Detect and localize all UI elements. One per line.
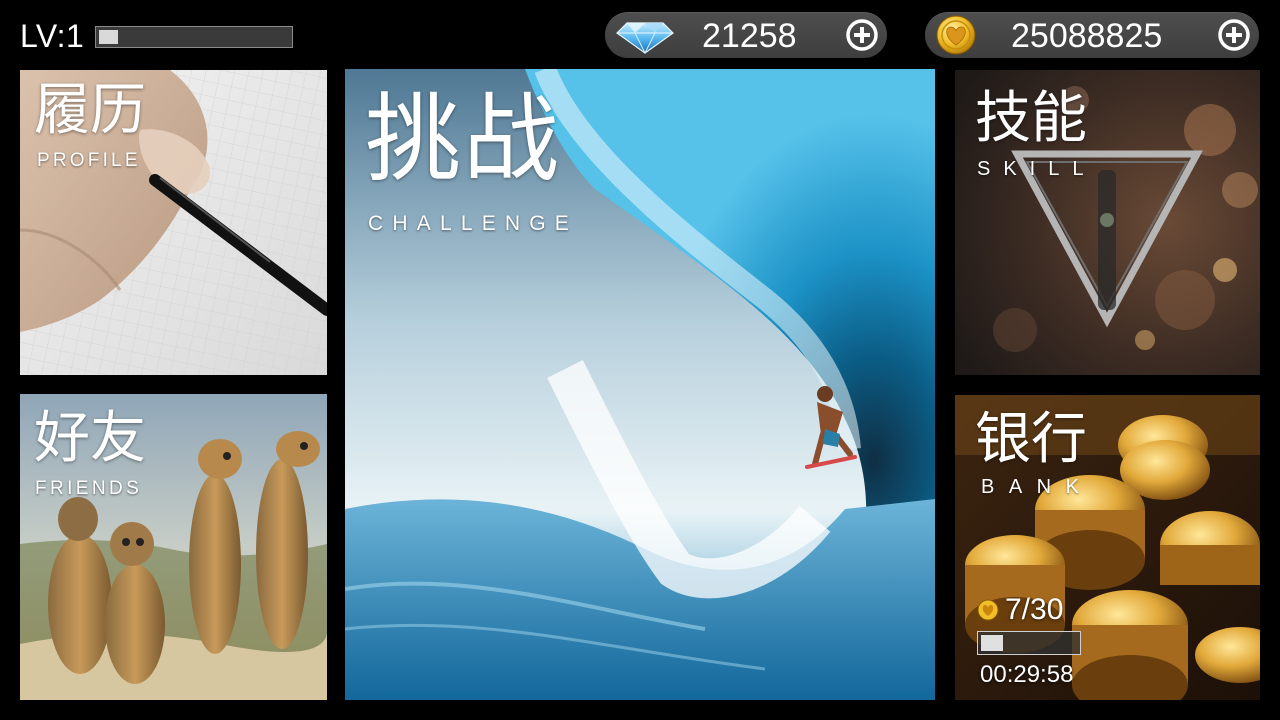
stamina-text: 7/30 (1005, 593, 1064, 626)
profile-subtitle: PROFILE (37, 150, 141, 171)
skill-title: 技能 (975, 86, 1087, 151)
challenge-title: 挑战 (365, 83, 561, 195)
xp-progress-fill (99, 30, 118, 44)
add-coins-button[interactable] (1217, 18, 1251, 52)
profile-title: 履历 (34, 78, 146, 143)
bank-title: 银行 (975, 407, 1087, 472)
coin-amount: 25088825 (1011, 17, 1163, 55)
add-gems-button[interactable] (845, 18, 879, 52)
bank-subtitle: BANK (981, 476, 1094, 498)
gem-counter: 21258 (605, 12, 887, 58)
gem-amount: 21258 (702, 17, 797, 55)
challenge-subtitle: CHALLENGE (368, 212, 579, 235)
friends-subtitle: FRIENDS (35, 478, 143, 499)
stamina-progress-fill (981, 635, 1004, 651)
friends-tile[interactable]: 好友 FRIENDS (20, 394, 327, 700)
friends-title: 好友 (34, 406, 146, 471)
heart-coin-icon (977, 599, 999, 621)
challenge-tile[interactable]: 挑战 CHALLENGE (345, 69, 935, 700)
stamina-progress-bar (977, 631, 1081, 655)
skill-subtitle: SKILL (977, 158, 1097, 180)
level-label: LV:1 (20, 18, 85, 54)
profile-tile[interactable]: 履历 PROFILE (20, 70, 327, 375)
coin-counter: 25088825 (925, 12, 1259, 58)
diamond-icon (616, 22, 674, 55)
skill-tile[interactable]: 技能 SKILL (955, 70, 1260, 375)
xp-progress-bar (95, 26, 293, 48)
main-menu-screen: LV:1 21258 25088825 履历 PROFILE 好友 FRIEND… (0, 0, 1280, 720)
refill-timer: 00:29:58 (980, 661, 1074, 688)
heart-coin-icon (936, 15, 976, 55)
bank-tile[interactable]: 银行 BANK 7/30 00:29:58 (955, 395, 1260, 700)
